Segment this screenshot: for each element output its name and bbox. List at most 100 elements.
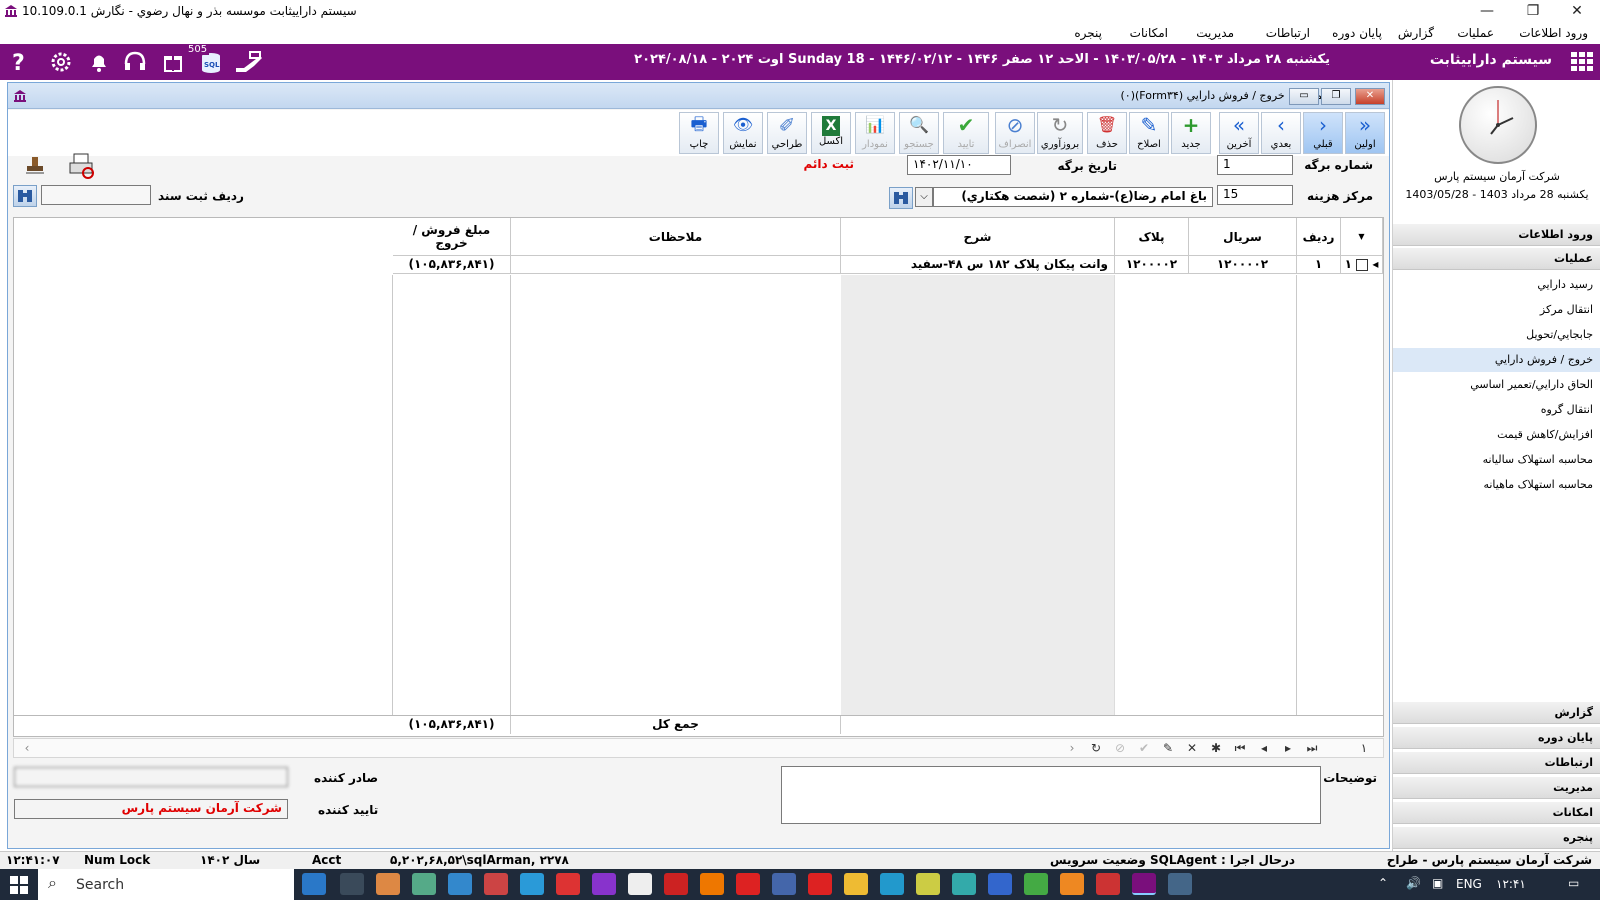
task-app-20-icon[interactable] <box>988 873 1012 895</box>
form-restore-button[interactable]: ❐ <box>1321 88 1351 105</box>
hand-icon[interactable] <box>234 50 264 74</box>
edit-button[interactable]: ✎ اصلاح <box>1129 112 1169 154</box>
task-app-17-icon[interactable] <box>880 873 904 895</box>
menu-communications[interactable]: ارتباطات <box>1266 26 1310 40</box>
last-button[interactable]: «آخرين <box>1219 112 1259 154</box>
minimize-button[interactable]: — <box>1464 0 1510 24</box>
cancel-button[interactable]: ⊘ انصراف <box>995 112 1035 154</box>
task-app-18-icon[interactable] <box>916 873 940 895</box>
grid-header-description[interactable]: شرح <box>841 218 1115 256</box>
nav-edit-icon[interactable]: ✎ <box>1157 739 1179 757</box>
bell-icon[interactable] <box>86 50 112 74</box>
sidebar-section-period-end[interactable]: پایان دوره <box>1393 727 1600 749</box>
print-preview-icon[interactable] <box>68 153 96 179</box>
sidebar-item-asset-receipt[interactable]: رسيد دارايي <box>1393 273 1600 297</box>
doc-binoculars-button[interactable] <box>13 185 37 207</box>
menu-report[interactable]: گزارش <box>1398 26 1434 40</box>
sheet-number-input[interactable]: 1 <box>1217 155 1293 175</box>
new-button[interactable]: + جديد <box>1171 112 1211 154</box>
task-app-6-icon[interactable] <box>484 873 508 895</box>
notifications-icon[interactable]: ▭ <box>1568 876 1579 890</box>
menu-operations[interactable]: عمليات <box>1457 26 1494 40</box>
task-app-11-icon[interactable] <box>664 873 688 895</box>
telegram-icon[interactable] <box>520 873 544 895</box>
task-app-3-icon[interactable] <box>376 873 400 895</box>
task-app-2-icon[interactable] <box>340 873 364 895</box>
task-app-25-icon[interactable] <box>1168 873 1192 895</box>
taskbar-search-box[interactable]: ⌕ Search <box>38 869 294 900</box>
sidebar-item-group-transfer[interactable]: انتقال گروه <box>1393 398 1600 422</box>
notes-textarea[interactable] <box>781 766 1321 824</box>
menu-window[interactable]: پنجره <box>1074 26 1102 40</box>
taskbar-language[interactable]: ENG <box>1456 877 1482 891</box>
grid-header-amount[interactable]: مبلغ فروش /خروج <box>393 218 511 256</box>
task-app-1-icon[interactable] <box>302 873 326 895</box>
network-icon[interactable]: ▣ <box>1432 876 1443 890</box>
sidebar-section-data-entry[interactable]: ورود اطلاعات <box>1393 224 1600 246</box>
search-button[interactable]: 🔍 جستجو <box>899 112 939 154</box>
stamp-icon[interactable] <box>24 155 46 177</box>
nav-delete-icon[interactable]: ✕ <box>1181 739 1203 757</box>
sheet-date-input[interactable]: ۱۴۰۲/۱۱/۱۰ <box>907 155 1011 175</box>
print-button[interactable]: 🖶 چاپ <box>679 112 719 154</box>
sidebar-item-relocation[interactable]: جابجايي/تحويل <box>1393 323 1600 347</box>
task-app-21-icon[interactable] <box>1024 873 1048 895</box>
menu-management[interactable]: مديريت <box>1196 26 1234 40</box>
headset-icon[interactable] <box>122 50 148 74</box>
grid-header-row[interactable]: رديف <box>1297 218 1341 256</box>
nav-first-icon[interactable]: ⏭ <box>1301 739 1323 757</box>
doc-row-input[interactable] <box>41 185 151 205</box>
task-app-13-icon[interactable] <box>736 873 760 895</box>
first-button[interactable]: » اولين <box>1345 112 1385 154</box>
nav-next-icon[interactable]: ◂ <box>1253 739 1275 757</box>
taskbar-clock[interactable]: ۱۲:۴۱ <box>1496 877 1526 891</box>
speaker-icon[interactable]: 🔊 <box>1406 876 1421 890</box>
view-button[interactable]: 👁 نمايش <box>723 112 763 154</box>
cost-center-code-input[interactable]: 15 <box>1217 185 1293 205</box>
nav-cancel-icon[interactable]: ⊘ <box>1109 739 1131 757</box>
nav-prev-icon[interactable]: ▸ <box>1277 739 1299 757</box>
sidebar-item-center-transfer[interactable]: انتقال مركز <box>1393 298 1600 322</box>
sidebar-section-operations[interactable]: عملیات <box>1393 248 1600 270</box>
nav-insert-icon[interactable]: ✱ <box>1205 739 1227 757</box>
menu-period-end[interactable]: پايان دوره <box>1332 26 1382 40</box>
asset-system-task-icon[interactable] <box>1132 873 1156 895</box>
help-icon[interactable]: ? <box>6 50 32 74</box>
cell-notes[interactable] <box>511 256 841 274</box>
task-app-4-icon[interactable] <box>412 873 436 895</box>
sidebar-section-report[interactable]: گزارش <box>1393 702 1600 724</box>
delete-button[interactable]: 🗑 حذف <box>1087 112 1127 154</box>
nav-last-icon[interactable]: ⏮ <box>1229 739 1251 757</box>
file-explorer-icon[interactable] <box>844 873 868 895</box>
sidebar-section-window[interactable]: پنجره <box>1393 827 1600 849</box>
cell-description[interactable]: وانت پيکان پلاک ۱۸۲ س ۴۸-سفيد <box>841 256 1115 274</box>
task-app-14-icon[interactable] <box>772 873 796 895</box>
scroll-right-icon[interactable]: › <box>1061 739 1083 757</box>
gear-icon[interactable] <box>48 50 74 74</box>
confirm-button[interactable]: ✔ تاييد <box>943 112 989 154</box>
gift-icon[interactable] <box>160 50 186 74</box>
sidebar-section-features[interactable]: امکانات <box>1393 802 1600 824</box>
windows-start-icon[interactable] <box>10 876 28 894</box>
cell-amount[interactable]: (۱۰۵,۸۳۶,۸۴۱) <box>393 256 511 274</box>
binoculars-button[interactable] <box>889 187 913 209</box>
sidebar-section-communications[interactable]: ارتباطات <box>1393 752 1600 774</box>
design-button[interactable]: ✐ طراحي <box>767 112 807 154</box>
row-selector[interactable]: ۱ ◂ <box>1341 256 1383 274</box>
firefox-icon[interactable] <box>700 873 724 895</box>
task-app-23-icon[interactable] <box>1096 873 1120 895</box>
task-app-15-icon[interactable] <box>808 873 832 895</box>
cost-center-name-select[interactable]: باغ امام رضا(ع)-شماره ۲ (شصت هکتاري) <box>933 187 1213 207</box>
task-app-19-icon[interactable] <box>952 873 976 895</box>
sidebar-item-monthly-depreciation[interactable]: محاسبه استهلاک ماهيانه <box>1393 473 1600 497</box>
close-button[interactable]: ✕ <box>1554 0 1600 24</box>
task-app-5-icon[interactable] <box>448 873 472 895</box>
chevron-down-icon[interactable]: ⌵ <box>915 187 933 207</box>
cell-serial[interactable]: ۱۲۰۰۰۰۲ <box>1189 256 1297 274</box>
maximize-button[interactable]: ❐ <box>1510 0 1556 24</box>
next-button[interactable]: ‹ بعدي <box>1261 112 1301 154</box>
task-app-22-icon[interactable] <box>1060 873 1084 895</box>
sidebar-item-price-change[interactable]: افزايش/کاهش قيمت <box>1393 423 1600 447</box>
cell-row[interactable]: ۱ <box>1297 256 1341 274</box>
chart-button[interactable]: 📊 نمودار <box>855 112 895 154</box>
